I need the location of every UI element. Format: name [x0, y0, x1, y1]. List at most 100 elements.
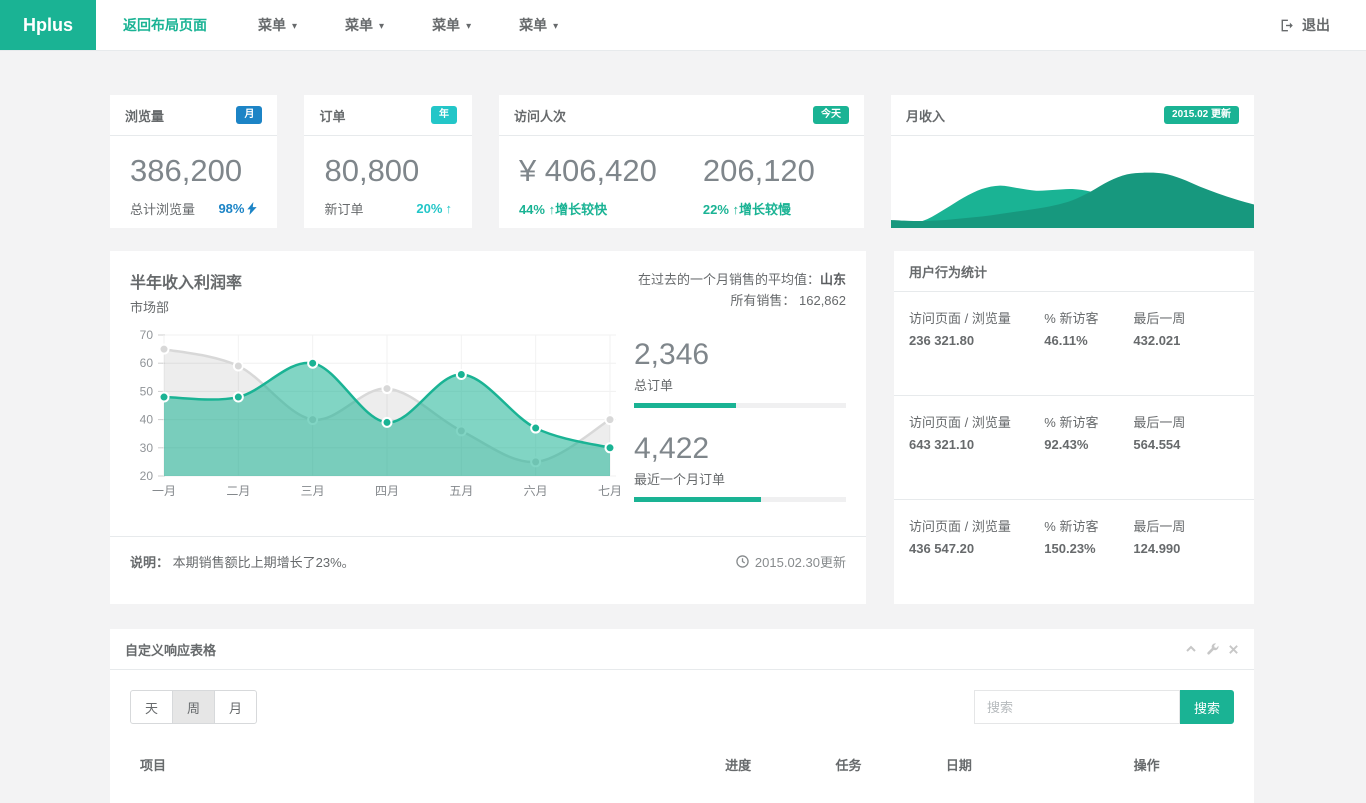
pv-label: 访问页面 / 浏览量 — [909, 309, 1034, 328]
last-week-value: 124.990 — [1133, 539, 1239, 558]
stat-percent: 98% — [218, 201, 244, 216]
new-visitor-label: % 新访客 — [1044, 517, 1133, 536]
svg-text:70: 70 — [140, 328, 154, 342]
range-button-day[interactable]: 天 — [130, 690, 173, 724]
sign-out-icon — [1279, 18, 1294, 33]
card-title: 浏览量 — [125, 106, 164, 125]
income-area-chart — [891, 136, 1254, 228]
caret-down-icon: ▾ — [553, 21, 558, 32]
sales-subtitle: 市场部 — [130, 297, 242, 316]
total-orders-progress — [634, 403, 846, 408]
bolt-icon — [247, 202, 257, 215]
new-visitor-label: % 新访客 — [1044, 413, 1133, 432]
month-orders-value: 4,422 — [634, 432, 846, 466]
clock-icon — [736, 555, 749, 568]
close-icon[interactable] — [1228, 644, 1239, 655]
collapse-icon[interactable] — [1185, 643, 1197, 655]
back-to-layout-link[interactable]: 返回布局页面 — [96, 0, 234, 50]
svg-text:60: 60 — [140, 356, 154, 370]
total-orders-value: 2,346 — [634, 338, 846, 372]
menu-dropdown-4[interactable]: 菜单 ▾ — [495, 0, 582, 50]
search-button[interactable]: 搜索 — [1180, 690, 1234, 724]
search-input[interactable] — [974, 690, 1180, 724]
caret-down-icon: ▾ — [379, 21, 384, 32]
growth-percent: 22% — [703, 202, 729, 217]
user-stats-row: 访问页面 / 浏览量643 321.10 % 新访客92.43% 最后一周564… — [894, 396, 1254, 500]
total-orders-label: 总订单 — [634, 375, 846, 394]
month-orders-label: 最近一个月订单 — [634, 469, 846, 488]
pv-value: 236 321.80 — [909, 331, 1034, 350]
range-button-group: 天 周 月 — [130, 690, 257, 724]
svg-text:50: 50 — [140, 384, 154, 398]
svg-text:20: 20 — [140, 469, 154, 483]
column-header-progress: 进度 — [715, 746, 825, 783]
caret-down-icon: ▾ — [466, 21, 471, 32]
last-week-label: 最后一周 — [1133, 413, 1239, 432]
avg-sales-label: 在过去的一个月销售的平均值： — [638, 272, 820, 287]
card-orders: 订单 年 80,800 新订单 20% ↑ — [304, 95, 471, 228]
card-title: 月收入 — [906, 106, 945, 125]
all-sales-value: 162,862 — [799, 293, 846, 308]
updated-text: 2015.02.30更新 — [755, 552, 846, 571]
menu-dropdown-3[interactable]: 菜单 ▾ — [408, 0, 495, 50]
level-up-icon: ↑ — [445, 201, 452, 216]
new-visitor-value: 46.11% — [1044, 331, 1133, 350]
stat-label: 总计浏览量 — [130, 199, 195, 218]
growth-text: 增长较快 — [555, 202, 607, 217]
new-visitor-value: 92.43% — [1044, 435, 1133, 454]
card-views: 浏览量 月 386,200 总计浏览量 98% — [110, 95, 277, 228]
pv-value: 436 547.20 — [909, 539, 1034, 558]
range-button-week[interactable]: 周 — [172, 690, 215, 724]
card-title: 访问人次 — [514, 106, 566, 125]
menu-label: 菜单 — [519, 15, 547, 35]
avg-sales-value: 山东 — [820, 272, 846, 287]
period-badge: 今天 — [813, 106, 849, 124]
all-sales-label: 所有销售： — [730, 293, 795, 308]
stat-value: 386,200 — [130, 153, 257, 189]
card-responsive-table: 自定义响应表格 天 周 月 搜索 — [110, 629, 1254, 803]
wrench-icon[interactable] — [1206, 643, 1219, 656]
menu-label: 菜单 — [432, 15, 460, 35]
last-week-value: 432.021 — [1133, 331, 1239, 350]
column-header-date: 日期 — [936, 746, 1124, 783]
last-week-label: 最后一周 — [1133, 517, 1239, 536]
note-text: 本期销售额比上期增长了23%。 — [173, 555, 355, 570]
card-title: 用户行为统计 — [909, 262, 987, 281]
svg-text:三月: 三月 — [301, 484, 325, 498]
logout-button[interactable]: 退出 — [1279, 0, 1366, 50]
new-visitor-label: % 新访客 — [1044, 309, 1133, 328]
svg-text:二月: 二月 — [226, 484, 250, 498]
column-header-action: 操作 — [1124, 746, 1234, 783]
user-stats-row: 访问页面 / 浏览量236 321.80 % 新访客46.11% 最后一周432… — [894, 292, 1254, 396]
new-visitor-value: 150.23% — [1044, 539, 1133, 558]
growth-percent: 44% — [519, 202, 545, 217]
top-navbar: Hplus 返回布局页面 菜单 ▾ 菜单 ▾ 菜单 ▾ 菜单 ▾ 退出 — [0, 0, 1366, 51]
user-stats-row: 访问页面 / 浏览量 436 547.20 % 新访客 150.23% 最后一周 12… — [894, 500, 1254, 604]
logout-label: 退出 — [1302, 15, 1330, 35]
menu-dropdown-2[interactable]: 菜单 ▾ — [321, 0, 408, 50]
card-visits: 访问人次 今天 ¥ 406,420 44% ↑增长较快 206,120 22% … — [499, 95, 864, 228]
brand-logo[interactable]: Hplus — [0, 0, 96, 50]
stat-value: 80,800 — [324, 153, 451, 189]
pv-label: 访问页面 / 浏览量 — [909, 413, 1034, 432]
menu-label: 菜单 — [345, 15, 373, 35]
page-content: 浏览量 月 386,200 总计浏览量 98% 订单 — [0, 51, 1366, 803]
range-button-month[interactable]: 月 — [214, 690, 257, 724]
card-title: 自定义响应表格 — [125, 640, 216, 659]
svg-text:30: 30 — [140, 441, 154, 455]
growth-text: 增长较慢 — [739, 202, 791, 217]
stat-percent: 20% — [416, 201, 442, 216]
note-label: 说明： — [130, 555, 169, 570]
svg-text:四月: 四月 — [375, 484, 399, 498]
menu-dropdown-1[interactable]: 菜单 ▾ — [234, 0, 321, 50]
period-badge: 月 — [236, 106, 262, 124]
svg-text:一月: 一月 — [152, 484, 176, 498]
sales-line-chart: 203040506070一月二月三月四月五月六月七月 — [130, 328, 622, 526]
pv-label: 访问页面 / 浏览量 — [909, 517, 1034, 536]
stat-value: ¥ 406,420 — [519, 153, 657, 189]
last-week-value: 564.554 — [1133, 435, 1239, 454]
updated-badge: 2015.02 更新 — [1164, 106, 1239, 124]
card-sales: 半年收入利润率 市场部 在过去的一个月销售的平均值：山东 所有销售： 162,8… — [110, 251, 866, 604]
svg-text:40: 40 — [140, 413, 154, 427]
column-header-task: 任务 — [826, 746, 936, 783]
